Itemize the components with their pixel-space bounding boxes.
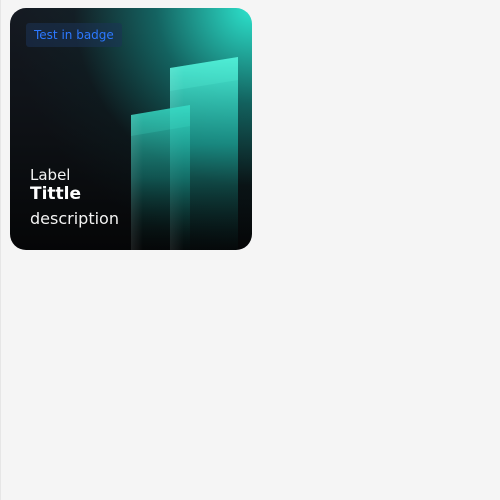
card-description: description — [30, 209, 119, 228]
badge-label: Test in badge — [34, 28, 114, 42]
short-bar-side — [131, 113, 143, 250]
page: Test in badge Label Tittle description — [0, 0, 500, 500]
tall-bar-top — [170, 57, 238, 91]
short-bar-top — [131, 105, 190, 136]
tall-bar-shape — [170, 57, 238, 250]
feature-card[interactable]: Test in badge Label Tittle description — [10, 8, 252, 250]
short-bar-shape — [131, 105, 190, 250]
card-text-group: Label Tittle description — [30, 165, 119, 230]
card-label: Label — [30, 166, 71, 184]
card-title: Tittle — [30, 184, 82, 204]
tall-bar-side — [170, 66, 184, 250]
status-badge: Test in badge — [26, 23, 122, 47]
